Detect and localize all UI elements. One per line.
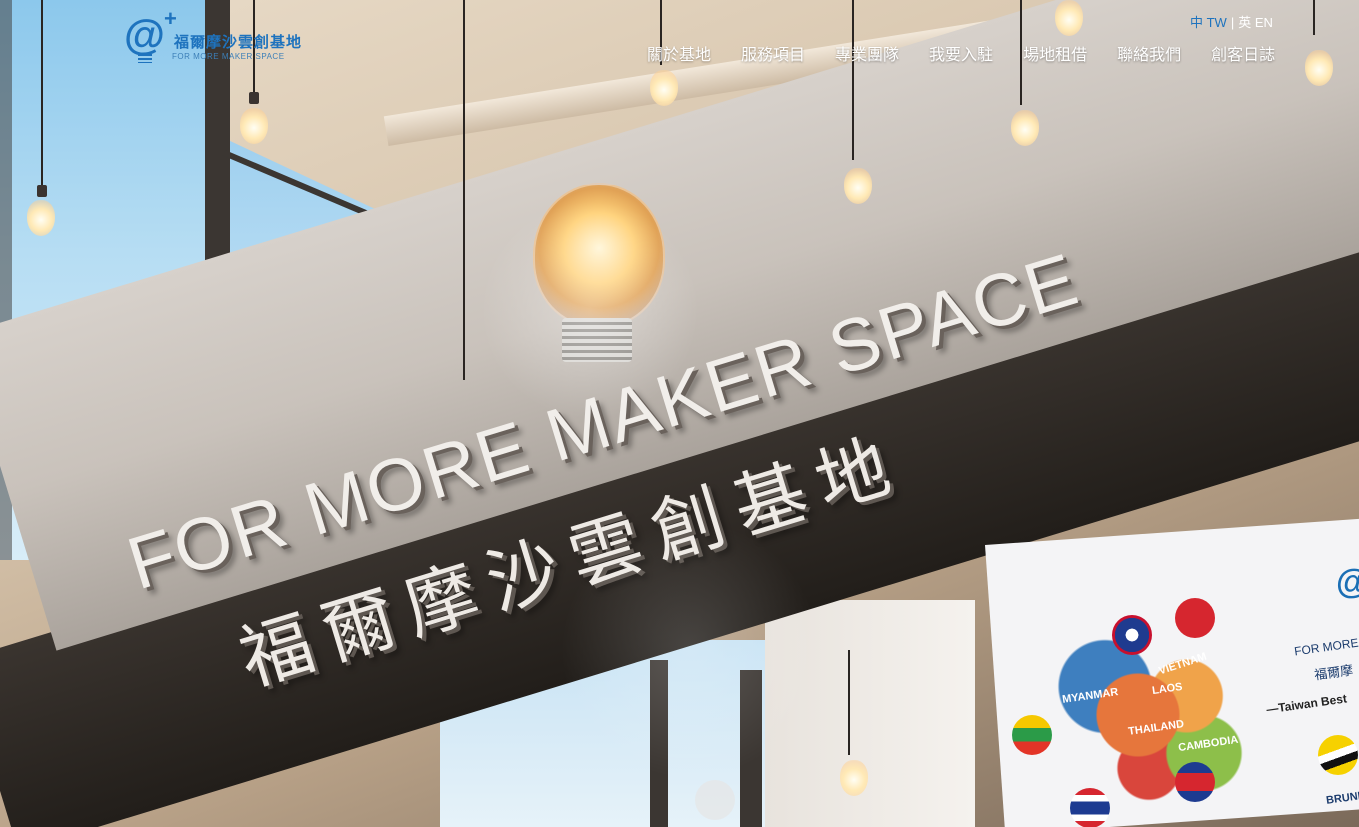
cambodia-flag-icon	[1175, 762, 1215, 802]
bulb-wire	[852, 0, 854, 160]
plus-icon: +	[164, 6, 177, 31]
vietnam-flag-icon	[1175, 598, 1215, 638]
laos-flag-icon	[1112, 615, 1152, 655]
light-bulb-icon	[1305, 50, 1333, 86]
bulb-wire	[848, 650, 850, 755]
logo-name-en: FOR MORE MAKER SPACE	[172, 52, 285, 61]
logo-name-zh: 福爾摩沙雲創基地	[174, 33, 303, 51]
lang-separator: |	[1230, 15, 1235, 30]
bulb-base-icon	[138, 54, 152, 63]
bulb-wire	[41, 0, 43, 185]
poster-logo-icon: @	[1336, 563, 1359, 602]
thailand-flag-icon	[1070, 788, 1110, 827]
light-bulb-icon	[1011, 110, 1039, 146]
lens-flare	[480, 200, 700, 420]
language-switcher: 中 TW | 英 EN	[1190, 12, 1273, 31]
nav-item-services[interactable]: 服務項目	[726, 44, 820, 66]
scroll-indicator[interactable]	[695, 780, 735, 820]
hero-background: FOR MORE MAKER SPACE 福爾摩沙雲創基地 MYANMAR LA…	[0, 0, 1359, 827]
nav-item-contact[interactable]: 聯絡我們	[1102, 44, 1196, 66]
at-logo-icon: @	[124, 11, 165, 58]
light-bulb-icon	[650, 70, 678, 106]
nav-item-team[interactable]: 專業團隊	[820, 44, 914, 66]
nav-item-maker-blog[interactable]: 創客日誌	[1196, 44, 1290, 66]
light-bulb-icon	[240, 108, 268, 144]
light-bulb-icon	[844, 168, 872, 204]
myanmar-flag-icon	[1012, 715, 1052, 755]
nav-item-about[interactable]: 關於基地	[632, 44, 726, 66]
light-bulb-icon	[840, 760, 868, 796]
brunei-flag-icon	[1318, 735, 1358, 775]
lang-en[interactable]: 英 EN	[1238, 15, 1273, 30]
site-logo[interactable]: @ + 福爾摩沙雲創基地 FOR MORE MAKER SPACE	[124, 6, 304, 66]
nav-item-venue-rental[interactable]: 場地租借	[1008, 44, 1102, 66]
light-bulb-icon	[27, 200, 55, 236]
nav-item-join[interactable]: 我要入駐	[914, 44, 1008, 66]
light-bulb-icon	[1055, 0, 1083, 36]
lang-zh-tw[interactable]: 中 TW	[1190, 15, 1227, 30]
bulb-wire	[463, 0, 465, 380]
bulb-socket	[37, 185, 47, 197]
lens-flare	[560, 520, 820, 780]
main-nav: 關於基地 服務項目 專業團隊 我要入駐 場地租借 聯絡我們 創客日誌	[632, 44, 1290, 66]
bulb-socket	[249, 92, 259, 104]
bulb-wire	[1313, 0, 1315, 35]
asean-map	[1050, 620, 1270, 810]
